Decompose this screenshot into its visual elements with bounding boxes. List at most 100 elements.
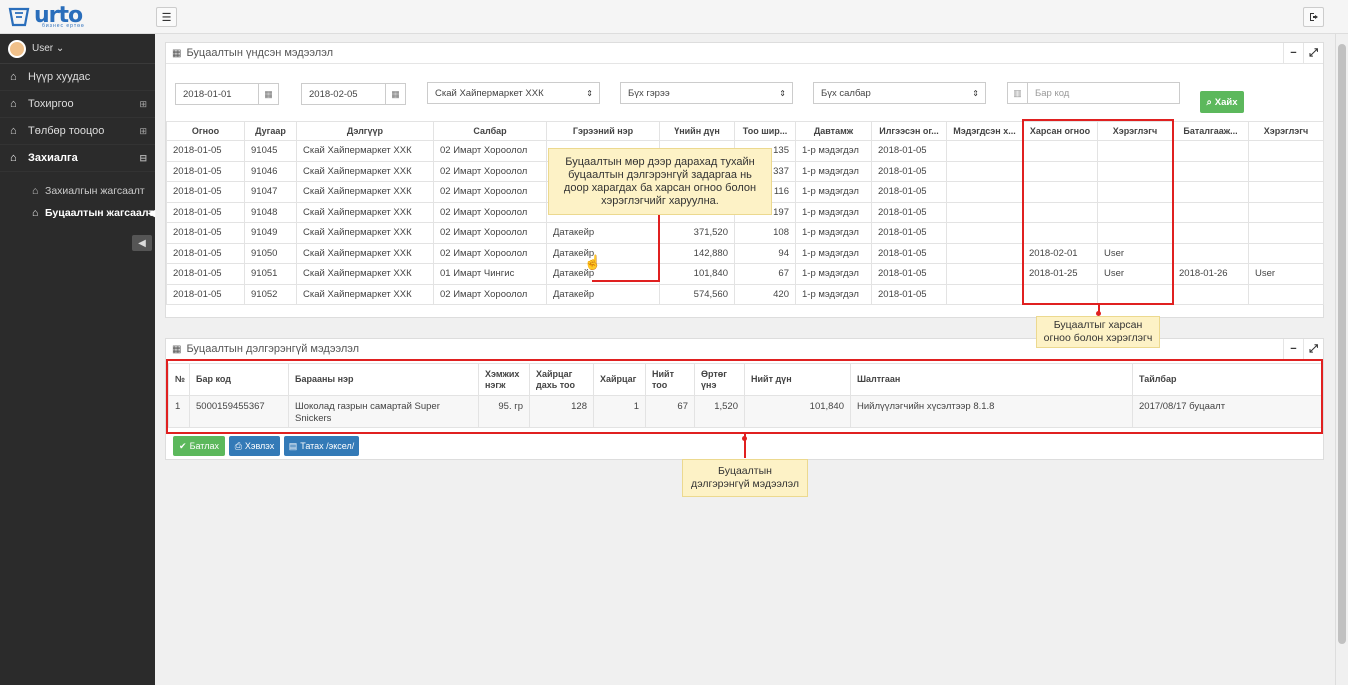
date-from-input[interactable]: 2018-01-01 ▦ (175, 83, 279, 105)
table-cell: Скай Хайпермаркет ХХК (296, 263, 434, 285)
table-cell (946, 242, 1023, 264)
column-header[interactable]: Тайлбар (1132, 363, 1322, 396)
column-header[interactable]: Бар код (189, 363, 289, 396)
column-header[interactable]: Дугаар (244, 121, 297, 141)
table-cell: Шоколад газрын самартай Super Snickers (288, 395, 479, 428)
export-excel-button[interactable]: ▤ Татах /эксел/ (284, 436, 359, 456)
date-to-input[interactable]: 2018-02-05 ▦ (301, 83, 406, 105)
panel-header: ▦ Буцаалтын үндсэн мэдээлэл − ⤢ (166, 43, 1323, 64)
confirm-label: Батлах (189, 441, 219, 451)
column-header[interactable]: Дэлгүүр (296, 121, 434, 141)
column-header[interactable]: Өртөг үнэ (694, 363, 745, 396)
menu-toggle-button[interactable]: ☰ (156, 7, 177, 27)
table-cell: 02 Имарт Хороолол (433, 140, 547, 162)
table-cell: 2018-01-05 (871, 242, 947, 264)
column-header[interactable]: Тоо шир... (734, 121, 796, 141)
table-row[interactable]: 2018-01-05 91052 Скай Хайпермаркет ХХК 02 И… (166, 283, 1324, 305)
store-select-value: Скай Хайпермаркет ХХК (435, 87, 544, 99)
column-header[interactable]: Хайрцаг (593, 363, 646, 396)
column-header[interactable]: Хэмжих нэгж (478, 363, 530, 396)
expand-icon: ⊞ (139, 125, 147, 136)
user-menu[interactable]: User ⌄ (0, 34, 155, 64)
avatar (8, 39, 26, 58)
table-cell (1022, 160, 1098, 182)
hand-cursor-icon: ☝ (584, 254, 602, 270)
home-icon: ⌂ (10, 125, 17, 137)
minimize-icon[interactable]: − (1283, 43, 1303, 63)
row-click-callout: Буцаалтын мөр дээр дарахад тухайн буцаал… (548, 148, 772, 215)
column-header[interactable]: Огноо (166, 121, 245, 141)
table-cell: 2018-01-26 (1172, 263, 1249, 285)
table-cell: 1 (593, 395, 646, 428)
contract-select[interactable]: Бүх гэрээ ⇕ (620, 82, 793, 104)
column-header[interactable]: Нийт дүн (744, 363, 851, 396)
column-header[interactable]: Шалтгаан (850, 363, 1133, 396)
app-logo[interactable]: urto бизнес ертөө (8, 3, 88, 30)
table-cell: Скай Хайпермаркет ХХК (296, 222, 434, 244)
callout-dot (742, 436, 747, 441)
home-icon: ⌂ (10, 71, 17, 83)
expand-icon[interactable]: ⤢ (1303, 339, 1323, 359)
sidebar-item-home[interactable]: ⌂ Нүүр хуудас (0, 64, 155, 91)
table-cell (1172, 201, 1249, 223)
sidebar-item-orders[interactable]: ⌂ Захиалга ⊟ (0, 145, 155, 172)
sidebar-subitem-order-list[interactable]: ⌂ Захиалгын жагсаалт (0, 180, 155, 202)
column-header[interactable]: Хайрцаг дахь тоо (529, 363, 594, 396)
column-header[interactable]: Нийт тоо (645, 363, 695, 396)
table-cell: 91052 (244, 283, 297, 305)
home-icon: ⌂ (10, 152, 17, 164)
search-button[interactable]: ⌕ Хайх (1200, 91, 1244, 113)
table-cell: 02 Имарт Хороолол (433, 283, 547, 305)
table-cell: 91046 (244, 160, 297, 182)
logout-button[interactable] (1303, 7, 1324, 27)
print-button[interactable]: ⎙ Хэвлэх (229, 436, 280, 456)
barcode-placeholder: Бар код (1035, 87, 1070, 99)
table-cell: User (1097, 242, 1173, 264)
date-to-value: 2018-02-05 (309, 88, 358, 100)
page-scrollbar[interactable] (1335, 34, 1348, 685)
column-header[interactable]: Хэрэглэгч (1097, 121, 1173, 141)
calendar-icon[interactable]: ▦ (385, 84, 405, 104)
sidebar-collapse-button[interactable]: ◀ (132, 235, 152, 251)
table-row[interactable]: 2018-01-05 91051 Скай Хайпермаркет ХХК 01 И… (166, 263, 1324, 285)
minimize-icon[interactable]: − (1283, 339, 1303, 359)
table-row[interactable]: 2018-01-05 91049 Скай Хайпермаркет ХХК 02 И… (166, 222, 1324, 244)
column-header[interactable]: Мэдэгдсэн х... (946, 121, 1023, 141)
column-header[interactable]: Баталгааж... (1172, 121, 1249, 141)
sidebar-subitem-return-list[interactable]: ⌂ Буцаалтын жагсаалт ◀ (0, 202, 155, 224)
table-cell: 2018-01-05 (871, 283, 947, 305)
panel-title: Буцаалтын үндсэн мэдээлэл (186, 47, 333, 59)
store-select[interactable]: Скай Хайпермаркет ХХК ⇕ (427, 82, 600, 104)
column-header[interactable]: Хэрэглэгч (1248, 121, 1324, 141)
column-header[interactable]: Гэрээний нэр (546, 121, 660, 141)
column-header[interactable]: Давтамж (795, 121, 872, 141)
column-header[interactable]: Барааны нэр (288, 363, 479, 396)
barcode-input[interactable]: ▥ Бар код (1007, 82, 1180, 104)
table-cell: 1-р мэдэгдэл (795, 201, 872, 223)
sidebar-item-payments[interactable]: ⌂ Төлбөр тооцоо ⊞ (0, 118, 155, 145)
export-label: Татах /эксел/ (300, 441, 355, 451)
table-cell: 1,520 (694, 395, 745, 428)
column-header[interactable]: Үнийн дүн (659, 121, 735, 141)
table-cell (1097, 201, 1173, 223)
column-header[interactable]: Илгээсэн ог... (871, 121, 947, 141)
table-row[interactable]: 1 5000159455367 Шоколад газрын самартай Su… (168, 395, 1322, 428)
calendar-icon[interactable]: ▦ (258, 84, 278, 104)
sidebar-item-settings[interactable]: ⌂ Тохиргоо ⊞ (0, 91, 155, 118)
table-cell (1097, 181, 1173, 203)
seen-callout: Буцаалтыг харсан огноо болон хэрэглэгч (1036, 316, 1160, 348)
table-row[interactable]: 2018-01-05 91050 Скай Хайпермаркет ХХК 02 И… (166, 242, 1324, 264)
column-header[interactable]: Салбар (433, 121, 547, 141)
barcode-icon: ▥ (1008, 83, 1028, 103)
expand-icon[interactable]: ⤢ (1303, 43, 1323, 63)
sidebar-subitem-label: Буцаалтын жагсаалт (45, 207, 154, 219)
table-cell: 02 Имарт Хороолол (433, 222, 547, 244)
table-cell (946, 201, 1023, 223)
scrollbar-thumb[interactable] (1338, 44, 1346, 644)
branch-select[interactable]: Бүх салбар ⇕ (813, 82, 986, 104)
column-header[interactable]: Харсан огноо (1022, 121, 1098, 141)
table-cell: 574,560 (659, 283, 735, 305)
table-cell (1248, 242, 1324, 264)
confirm-button[interactable]: ✔ Батлах (173, 436, 225, 456)
column-header[interactable]: № (168, 363, 190, 396)
